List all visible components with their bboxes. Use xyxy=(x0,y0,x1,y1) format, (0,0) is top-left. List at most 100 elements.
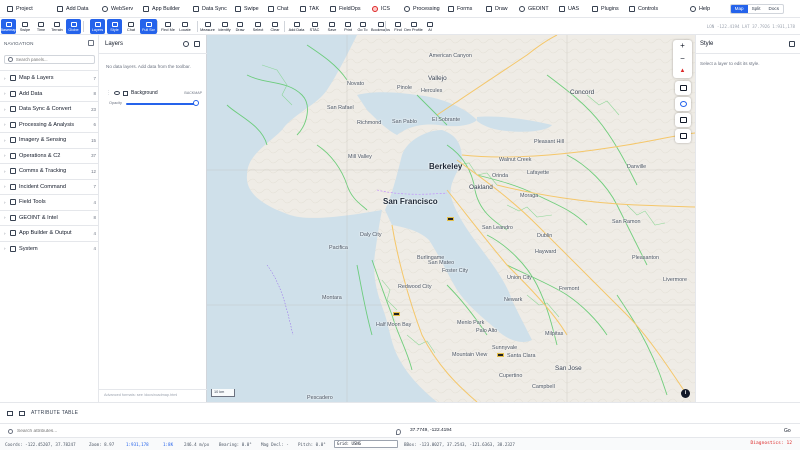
menu-geoint[interactable]: GEOINT xyxy=(519,3,549,15)
tool-label: Measure xyxy=(200,27,215,32)
nav-collapse-icon[interactable] xyxy=(88,40,94,46)
menu-processing[interactable]: Processing xyxy=(404,3,440,15)
tool-select-button[interactable]: Select xyxy=(251,19,265,34)
tool-add-data-button[interactable]: Add Data xyxy=(288,19,305,34)
nav-item-app-builder-output[interactable]: › App Builder & Output 4 xyxy=(0,225,99,241)
tool-chat-button[interactable]: Chat xyxy=(124,19,138,34)
nav-item-incident-command[interactable]: › Incident Command 7 xyxy=(0,178,99,195)
status-bbox: BBox: -123.0027, 37.2543, -121.6363, 38.… xyxy=(404,442,515,447)
menu-add-data[interactable]: Add Data xyxy=(57,3,88,15)
zoom-out-button[interactable]: − xyxy=(673,53,692,65)
menu-forms[interactable]: Forms xyxy=(448,3,472,15)
status-bearing: Bearing: 0.0° xyxy=(219,442,252,447)
tool-bookmarks-button[interactable]: Bookmarks xyxy=(371,19,390,34)
tool-terrain-button[interactable]: Terrain xyxy=(50,19,64,34)
menu-webserv[interactable]: WebServ xyxy=(102,3,133,15)
attribute-table-header[interactable]: ATTRIBUTE TABLE xyxy=(7,410,78,416)
menu-data-sync[interactable]: Data Sync xyxy=(193,3,227,15)
menu-plugins[interactable]: Plugins xyxy=(592,3,619,15)
status-ratio[interactable]: 1:8K xyxy=(163,442,173,447)
nav-item-processing-analysis[interactable]: › Processing & Analysis 6 xyxy=(0,116,99,133)
goto-coordinate-input[interactable] xyxy=(410,428,610,433)
panel-close-icon[interactable] xyxy=(194,41,200,47)
menu-chat[interactable]: Chat xyxy=(268,3,288,15)
grid-select[interactable]: Grid: USNG xyxy=(334,440,398,448)
nav-item-geoint-intel[interactable]: › GEOINT & Intel 8 xyxy=(0,209,99,226)
tool-basemap-button[interactable]: Basemap xyxy=(0,19,17,34)
tool-identify-button[interactable]: Identify xyxy=(217,19,232,34)
map-canvas[interactable]: American Canyon Vallejo Novato Pinole Hercul… xyxy=(207,35,695,402)
layers-stack-button[interactable] xyxy=(675,129,691,143)
menu-ics[interactable]: ICS xyxy=(372,3,390,15)
background-layer-row[interactable]: ⋮ Background BACKMAP xyxy=(106,89,202,97)
toolbar-separator xyxy=(197,21,198,32)
tool-locate-button[interactable]: Locate xyxy=(177,19,193,34)
tool-find-me-button[interactable]: Find Me xyxy=(161,19,175,34)
tool-stac-button[interactable]: STAC xyxy=(307,19,322,34)
view-docs-button[interactable]: Docs xyxy=(765,5,783,13)
tool-go-to-button[interactable]: Go To xyxy=(356,19,369,34)
status-scale[interactable]: 1:931,178 xyxy=(126,442,149,447)
menu-help[interactable]: Help xyxy=(690,3,710,15)
nav-item-imagery-sensing[interactable]: › Imagery & Sensing 15 xyxy=(0,132,99,148)
menu-swipe[interactable]: Swipe xyxy=(235,3,259,15)
view-split-button[interactable]: Split xyxy=(748,5,765,13)
compass-button[interactable]: ▲ xyxy=(673,65,692,77)
menu-fieldops[interactable]: FieldOps xyxy=(330,3,361,15)
tool-clear-button[interactable]: Clear xyxy=(268,19,282,34)
tool-ai-button[interactable]: AI xyxy=(425,19,435,34)
menu-draw[interactable]: Draw xyxy=(486,3,508,15)
menu-uas[interactable]: UAS xyxy=(559,3,579,15)
tool-swipe-button[interactable]: Swipe xyxy=(18,19,32,34)
nav-item-field-tools[interactable]: › Field Tools 4 xyxy=(0,194,99,210)
view-map-button[interactable]: Map xyxy=(730,5,748,13)
tool-find-button[interactable]: Find xyxy=(392,19,404,34)
globe-button[interactable] xyxy=(675,97,691,111)
table-toggle-icon[interactable] xyxy=(7,410,13,416)
drag-handle-icon[interactable]: ⋮ xyxy=(106,90,111,96)
go-button[interactable]: Go xyxy=(784,428,791,434)
place-label: San Ramon xyxy=(612,219,641,225)
place-label: Pleasanton xyxy=(632,255,659,261)
tool-print-button[interactable]: Print xyxy=(342,19,354,34)
tool-full-scr-button[interactable]: Full Scr xyxy=(140,19,157,34)
category-icon xyxy=(10,214,16,221)
nav-item-comms-tracking[interactable]: › Comms & Tracking 12 xyxy=(0,163,99,179)
tool-time-button[interactable]: Time xyxy=(34,19,48,34)
go-to-icon xyxy=(359,21,366,27)
zoom-in-button[interactable]: + xyxy=(673,40,692,52)
eye-icon[interactable] xyxy=(183,41,189,47)
tool-draw-button[interactable]: Draw xyxy=(233,19,247,34)
menu-controls[interactable]: Controls xyxy=(629,3,658,15)
menu-tak[interactable]: TAK xyxy=(300,3,319,15)
tool-measure-button[interactable]: Measure xyxy=(200,19,215,34)
nav-item-map-layers[interactable]: › Map & Layers 7 xyxy=(0,70,99,86)
nav-item-data-sync-convert[interactable]: › Data Sync & Convert 23 xyxy=(0,101,99,117)
visibility-eye-icon[interactable] xyxy=(114,91,120,95)
nav-item-system[interactable]: › System 4 xyxy=(0,240,99,257)
nav-item-operations-c2[interactable]: › Operations & C2 37 xyxy=(0,147,99,164)
tool-save-button[interactable]: Save xyxy=(325,19,339,34)
nav-item-add-data[interactable]: › Add Data 8 xyxy=(0,85,99,102)
opacity-slider[interactable] xyxy=(126,103,196,105)
tool-globe-button[interactable]: Globe xyxy=(66,19,81,34)
attribute-search-input[interactable] xyxy=(17,429,317,434)
ai-icon xyxy=(427,21,433,27)
menu-forms-icon xyxy=(448,6,454,12)
attribute-search-box[interactable] xyxy=(8,427,388,436)
tool-layers-button[interactable]: Layers xyxy=(90,19,105,34)
diagnostics-indicator[interactable]: Diagnostics: 12 xyxy=(751,441,793,446)
opacity-slider-thumb[interactable] xyxy=(193,100,199,106)
fullscreen-button[interactable] xyxy=(675,81,691,95)
place-label: Daly City xyxy=(360,232,382,238)
tool-style-button[interactable]: Style xyxy=(107,19,122,34)
menu-label: Forms xyxy=(457,6,473,12)
nav-search-box[interactable] xyxy=(4,55,95,64)
terrain-button[interactable] xyxy=(675,113,691,127)
menu-project[interactable]: Project xyxy=(7,3,33,15)
menu-app-builder[interactable]: App Builder xyxy=(143,3,180,15)
map-info-icon[interactable]: i xyxy=(681,389,690,398)
panel-close-icon[interactable] xyxy=(789,41,795,47)
nav-search-input[interactable] xyxy=(15,57,94,62)
tool-dev-profile-button[interactable]: Dev Profile xyxy=(404,19,423,34)
